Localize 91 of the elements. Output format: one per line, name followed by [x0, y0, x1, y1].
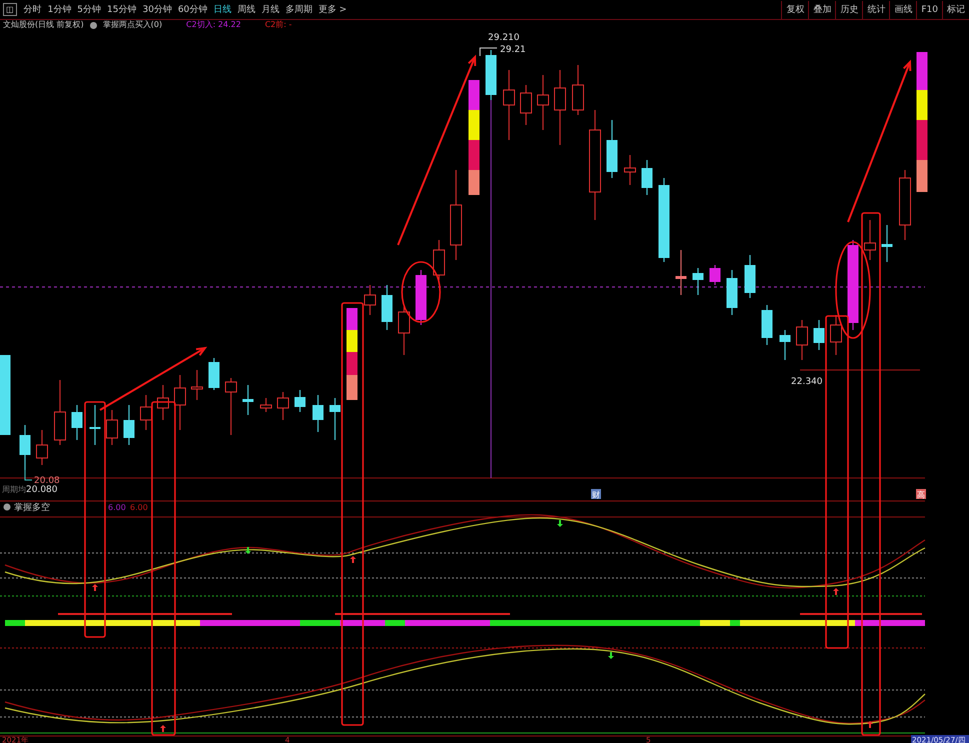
candlestick [124, 404, 134, 446]
candlestick [157, 384, 169, 420]
candlestick [572, 64, 584, 116]
toolbar-button[interactable]: 标记 [942, 0, 969, 18]
down-arrow-icon [608, 652, 614, 659]
up-arrow-icon [867, 721, 873, 728]
price-label: 29.21 [500, 45, 526, 55]
candlestick [20, 424, 30, 470]
price-label: 22.340 [791, 377, 822, 387]
period-tab[interactable]: 多周期 [282, 0, 316, 18]
candlestick [242, 384, 254, 416]
candlestick [726, 270, 738, 316]
candlestick [54, 380, 66, 446]
panel-toggle-button[interactable]: ◫ [3, 3, 17, 16]
indicator-reading: C2切入: 24.22 [186, 20, 241, 30]
candlestick [174, 374, 186, 430]
highlight-ellipse [401, 261, 441, 323]
toolbar-button[interactable]: 画线 [889, 0, 916, 18]
indicator-icon[interactable] [4, 504, 10, 510]
period-tab[interactable]: 60分钟 [174, 0, 210, 18]
down-arrow-icon [557, 520, 563, 527]
leader-line [480, 48, 498, 56]
period-tab[interactable]: 月线 [258, 0, 282, 18]
candlestick [433, 240, 445, 280]
candlestick [382, 284, 392, 330]
indicator-name[interactable]: 掌握多空 [14, 503, 50, 513]
candlestick [225, 378, 237, 436]
candlestick [364, 284, 376, 316]
indicator-name[interactable]: 掌握两点买入(0) [102, 20, 162, 30]
indicator-reading: 6.00 [108, 503, 126, 512]
candlestick [72, 404, 82, 440]
candlestick [606, 120, 618, 178]
period-tab[interactable]: 5分钟 [74, 0, 104, 18]
down-arrow-icon [245, 547, 251, 554]
up-arrow-icon [160, 725, 166, 732]
candlestick [882, 224, 892, 262]
period-tab[interactable]: 15分钟 [104, 0, 140, 18]
candlestick [537, 74, 549, 130]
toolbar-button[interactable]: 统计 [862, 0, 890, 18]
candlestick [796, 320, 808, 360]
up-arrow-icon [833, 588, 839, 595]
candlestick [208, 358, 220, 390]
candlestick [330, 398, 340, 440]
candlestick [312, 394, 324, 432]
candlestick [520, 84, 532, 126]
toolbar-button[interactable]: F10 [916, 0, 942, 18]
candlestick [106, 410, 118, 446]
period-tab[interactable]: 更多 > [315, 0, 350, 18]
candlestick [762, 304, 772, 346]
candlestick [624, 154, 636, 186]
period-tab[interactable]: 日线 [210, 0, 234, 18]
toolbar-button[interactable]: 历史 [835, 0, 862, 18]
period-tab[interactable]: 分时 [20, 0, 45, 18]
candlestick [830, 314, 842, 356]
candlestick [294, 390, 306, 412]
side-label: 周期均 [2, 485, 26, 494]
period-tab[interactable]: 30分钟 [139, 0, 175, 18]
toolbar-button[interactable]: 复权 [781, 0, 808, 18]
event-badge[interactable]: 财 [591, 489, 601, 500]
period-tab[interactable]: 周线 [234, 0, 258, 18]
candlestick [710, 264, 720, 286]
candlestick [486, 50, 496, 100]
candlestick [90, 404, 100, 446]
candlestick [503, 70, 515, 140]
chart-title: 文灿股份(日线 前复权) [3, 20, 84, 30]
up-arrow-icon [92, 584, 98, 591]
candlestick [260, 398, 272, 412]
candlestick [140, 394, 152, 430]
price-label: 29.210 [488, 33, 520, 43]
candlestick [642, 160, 652, 196]
candlestick [277, 392, 289, 420]
indicator-reading: C2前: - [264, 20, 292, 30]
candlestick [814, 320, 824, 350]
indicator-icon[interactable] [90, 22, 97, 28]
candlestick [899, 170, 911, 240]
indicator-reading: 6.00 [130, 503, 148, 512]
leader-line [24, 470, 32, 480]
candlestick [676, 250, 686, 296]
candlestick [36, 430, 48, 466]
period-tab[interactable]: 1分钟 [44, 0, 74, 18]
price-label: 20.080 [26, 485, 58, 495]
candlestick [191, 370, 203, 400]
candlestick [416, 270, 426, 326]
candlestick [398, 304, 410, 356]
candlestick [864, 220, 876, 260]
candlestick [780, 330, 790, 360]
up-arrow-icon [350, 556, 356, 563]
toolbar-button[interactable]: 叠加 [808, 0, 836, 18]
price-label: 20.08 [34, 476, 60, 486]
candlestick [692, 268, 704, 296]
candlestick [744, 254, 756, 298]
